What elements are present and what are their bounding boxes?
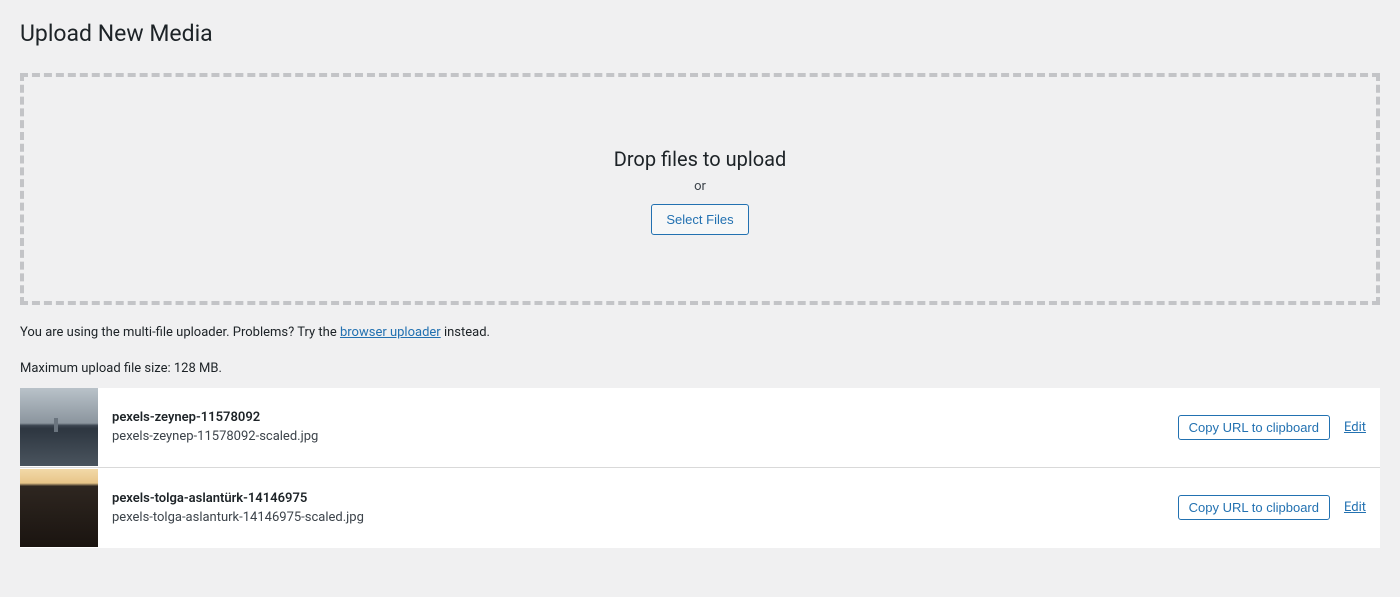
select-files-button[interactable]: Select Files (651, 204, 748, 236)
page-title: Upload New Media (20, 10, 1380, 53)
media-item: pexels-tolga-aslantürk-14146975 pexels-t… (20, 468, 1380, 548)
media-info: pexels-tolga-aslantürk-14146975 pexels-t… (98, 479, 1178, 537)
copy-url-button[interactable]: Copy URL to clipboard (1178, 415, 1330, 440)
media-filename: pexels-tolga-aslanturk-14146975-scaled.j… (112, 510, 1164, 525)
media-title: pexels-zeynep-11578092 (112, 410, 1164, 425)
uploader-note-suffix: instead. (441, 325, 490, 340)
edit-link[interactable]: Edit (1344, 420, 1366, 435)
media-info: pexels-zeynep-11578092 pexels-zeynep-115… (98, 398, 1178, 456)
media-thumbnail (20, 388, 98, 466)
copy-url-button[interactable]: Copy URL to clipboard (1178, 495, 1330, 520)
uploader-note-prefix: You are using the multi-file uploader. P… (20, 325, 340, 340)
media-filename: pexels-zeynep-11578092-scaled.jpg (112, 429, 1164, 444)
browser-uploader-link[interactable]: browser uploader (340, 325, 441, 340)
drop-or-text: or (24, 179, 1376, 194)
media-thumbnail (20, 469, 98, 547)
max-upload-size: Maximum upload file size: 128 MB. (20, 361, 1380, 376)
media-title: pexels-tolga-aslantürk-14146975 (112, 491, 1164, 506)
media-actions: Copy URL to clipboard Edit (1178, 495, 1380, 520)
upload-dropzone[interactable]: Drop files to upload or Select Files (20, 73, 1380, 306)
drop-instructions: Drop files to upload (24, 147, 1376, 171)
uploader-note: You are using the multi-file uploader. P… (20, 323, 1380, 343)
uploaded-media-list: pexels-zeynep-11578092 pexels-zeynep-115… (20, 388, 1380, 548)
media-actions: Copy URL to clipboard Edit (1178, 415, 1380, 440)
edit-link[interactable]: Edit (1344, 500, 1366, 515)
media-item: pexels-zeynep-11578092 pexels-zeynep-115… (20, 388, 1380, 468)
